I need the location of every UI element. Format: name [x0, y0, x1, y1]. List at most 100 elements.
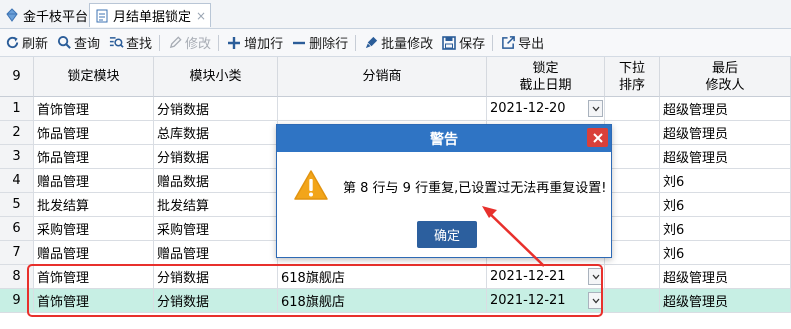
cell-module[interactable]: 首饰管理 — [34, 97, 154, 121]
delete-row-button[interactable]: 删除行 — [287, 31, 352, 55]
header-distributor[interactable]: 分销商 — [278, 57, 487, 97]
row-number: 6 — [0, 217, 34, 241]
cell-last-editor-text: 超级管理员 — [663, 103, 729, 118]
ok-button[interactable]: 确定 — [417, 221, 477, 248]
header-lock-date-line1: 锁定 — [532, 60, 559, 76]
cell-subtype-text: 总库数据 — [157, 127, 210, 142]
row-number-text: 6 — [12, 221, 21, 236]
table-row[interactable]: 1 首饰管理 分销数据 2021-12-20 超级管理员 — [0, 97, 791, 121]
header-subtype[interactable]: 模块小类 — [154, 57, 278, 97]
cell-last-editor-text: 超级管理员 — [663, 295, 729, 310]
cell-module-text: 饰品管理 — [37, 127, 90, 142]
toolbar-divider — [492, 34, 494, 51]
cell-last-editor[interactable]: 超级管理员 — [660, 121, 791, 145]
header-last-editor[interactable]: 最后 修改人 — [660, 57, 791, 97]
tab-close-icon[interactable]: × — [196, 9, 206, 23]
toolbar: 刷新 查询 查找 修改 增加行 删除行 批量修改 保存 导出 — [0, 29, 791, 57]
save-button[interactable]: 保存 — [437, 31, 489, 55]
cell-subtype-text: 批发结算 — [157, 199, 210, 214]
edit-label: 修改 — [185, 37, 212, 52]
cell-last-editor[interactable]: 刘6 — [660, 241, 791, 265]
cell-module[interactable]: 饰品管理 — [34, 145, 154, 169]
cell-last-editor[interactable]: 超级管理员 — [660, 97, 791, 121]
tab-month-lock[interactable]: 月结单据锁定 × — [89, 3, 211, 27]
refresh-button[interactable]: 刷新 — [0, 31, 52, 55]
delete-row-label: 删除行 — [309, 37, 349, 52]
query-button[interactable]: 查询 — [52, 31, 104, 55]
cell-module[interactable]: 批发结算 — [34, 193, 154, 217]
cell-subtype[interactable]: 分销数据 — [154, 145, 278, 169]
cell-subtype[interactable]: 批发结算 — [154, 193, 278, 217]
warning-icon — [293, 169, 329, 201]
cell-module[interactable]: 赠品管理 — [34, 241, 154, 265]
row-number: 3 — [0, 145, 34, 169]
cell-module[interactable]: 赠品管理 — [34, 169, 154, 193]
save-label: 保存 — [459, 37, 486, 52]
find-label: 查找 — [126, 37, 153, 52]
cell-subtype-text: 赠品数据 — [157, 175, 210, 190]
cell-module[interactable]: 采购管理 — [34, 217, 154, 241]
cell-last-editor[interactable]: 刘6 — [660, 169, 791, 193]
cell-dropdown-sort[interactable] — [605, 121, 660, 145]
document-icon — [94, 8, 110, 24]
cell-subtype[interactable]: 分销数据 — [154, 97, 278, 121]
cell-module-text: 首饰管理 — [37, 103, 90, 118]
cell-last-editor[interactable]: 刘6 — [660, 217, 791, 241]
row-number-text: 2 — [12, 125, 21, 140]
cell-module-text: 采购管理 — [37, 223, 90, 238]
cell-dropdown-sort[interactable] — [605, 265, 660, 289]
warning-dialog: 警告 第 8 行与 9 行重复,已设置过无法再重复设置! 确定 — [276, 124, 612, 258]
cell-last-editor-text: 超级管理员 — [663, 151, 729, 166]
edit-button[interactable]: 修改 — [163, 31, 215, 55]
close-icon[interactable] — [587, 128, 608, 147]
find-button[interactable]: 查找 — [104, 31, 156, 55]
add-row-label: 增加行 — [244, 37, 284, 52]
chevron-down-icon[interactable] — [588, 100, 603, 117]
query-label: 查询 — [74, 37, 101, 52]
export-button[interactable]: 导出 — [496, 31, 548, 55]
pencil-icon — [167, 35, 183, 51]
tab-home[interactable]: 金千枝平台 — [0, 3, 88, 27]
cell-dropdown-sort[interactable] — [605, 241, 660, 265]
cell-last-editor[interactable]: 超级管理员 — [660, 145, 791, 169]
header-sort-line2: 排序 — [618, 77, 645, 93]
save-icon — [441, 35, 457, 51]
export-icon — [500, 35, 516, 51]
batch-edit-button[interactable]: 批量修改 — [359, 31, 437, 55]
row-number-text: 9 — [12, 293, 21, 308]
cell-subtype[interactable]: 总库数据 — [154, 121, 278, 145]
cell-module[interactable]: 饰品管理 — [34, 121, 154, 145]
cell-subtype-text: 分销数据 — [157, 103, 210, 118]
cell-lock-date-text: 2021-12-20 — [490, 101, 566, 116]
cell-subtype[interactable]: 赠品管理 — [154, 241, 278, 265]
cell-last-editor[interactable]: 超级管理员 — [660, 289, 791, 313]
cell-dropdown-sort[interactable] — [605, 289, 660, 313]
header-editor-line1: 最后 — [711, 60, 738, 76]
cell-distributor[interactable] — [278, 97, 487, 121]
add-row-button[interactable]: 增加行 — [222, 31, 287, 55]
cell-last-editor-text: 超级管理员 — [663, 127, 729, 142]
header-row-count: 9 — [0, 57, 34, 97]
cell-dropdown-sort[interactable] — [605, 97, 660, 121]
header-dropdown-sort[interactable]: 下拉 排序 — [605, 57, 660, 97]
header-lock-date[interactable]: 锁定 截止日期 — [487, 57, 605, 97]
cell-subtype[interactable]: 采购管理 — [154, 217, 278, 241]
cell-lock-date[interactable]: 2021-12-20 — [487, 97, 605, 121]
row-number-text: 3 — [12, 149, 21, 164]
brush-icon — [363, 35, 379, 51]
header-lock-date-line2: 截止日期 — [519, 77, 572, 93]
find-icon — [108, 35, 124, 51]
cell-dropdown-sort[interactable] — [605, 217, 660, 241]
cell-dropdown-sort[interactable] — [605, 169, 660, 193]
cell-module-text: 饰品管理 — [37, 151, 90, 166]
header-module[interactable]: 锁定模块 — [34, 57, 154, 97]
row-number: 5 — [0, 193, 34, 217]
toolbar-divider — [218, 34, 220, 51]
cell-last-editor[interactable]: 刘6 — [660, 193, 791, 217]
diamond-icon — [4, 7, 20, 23]
cell-subtype[interactable]: 赠品数据 — [154, 169, 278, 193]
row-number-text: 5 — [12, 197, 21, 212]
cell-dropdown-sort[interactable] — [605, 193, 660, 217]
cell-dropdown-sort[interactable] — [605, 145, 660, 169]
cell-last-editor[interactable]: 超级管理员 — [660, 265, 791, 289]
